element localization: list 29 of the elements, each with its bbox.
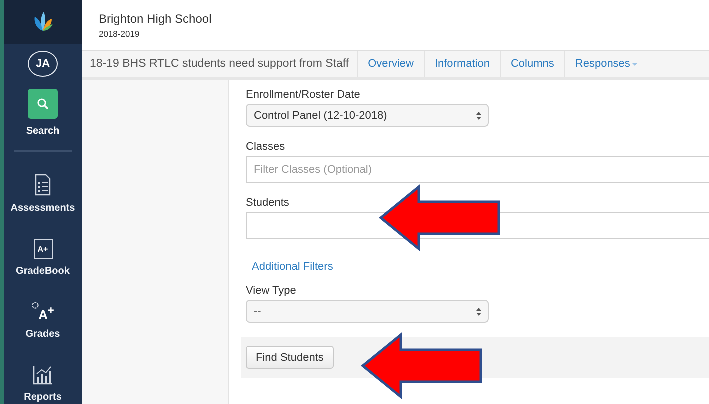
select-field[interactable]: -- xyxy=(246,300,489,323)
sidebar-item-label[interactable]: Search xyxy=(24,125,62,138)
sidebar-item-label[interactable]: GradeBook xyxy=(14,265,72,278)
field-label: View Type xyxy=(246,285,298,297)
sidebar-item-label[interactable]: Grades xyxy=(24,328,62,341)
sidebar-item-label[interactable]: Assessments xyxy=(8,202,78,215)
find-students-button[interactable]: Find Students xyxy=(246,346,334,369)
nav-tab[interactable]: Responses xyxy=(564,51,648,77)
field-label: Enrollment/Roster Date xyxy=(246,89,362,101)
field-label: Students xyxy=(246,197,290,209)
input-field[interactable]: Filter Classes (Optional) xyxy=(246,156,709,183)
search-icon xyxy=(28,89,58,119)
field-label: Classes xyxy=(246,141,286,153)
user-avatar[interactable]: JA xyxy=(28,50,58,77)
spinner-icon xyxy=(476,306,482,316)
select-field[interactable]: Control Panel (12-10-2018) xyxy=(246,104,489,127)
nav-tab[interactable]: Columns xyxy=(500,51,564,77)
grade-book-icon: A+ xyxy=(34,239,52,259)
sidebar-item-label[interactable]: Reports xyxy=(22,391,64,404)
document-list-icon xyxy=(35,174,51,196)
page-title: 18-19 BHS RTLC students need support from Staff xyxy=(89,57,350,72)
school-name: Brighton High School xyxy=(99,12,213,26)
additional-filters-link[interactable]: Additional Filters xyxy=(252,261,334,273)
logo-icon[interactable] xyxy=(32,10,54,33)
spinner-icon xyxy=(476,110,482,120)
school-year: 2018-2019 xyxy=(99,28,141,38)
nav-tab[interactable]: Overview xyxy=(357,51,424,77)
nav-tab[interactable]: Information xyxy=(424,51,500,77)
bar-chart-icon xyxy=(33,365,53,385)
